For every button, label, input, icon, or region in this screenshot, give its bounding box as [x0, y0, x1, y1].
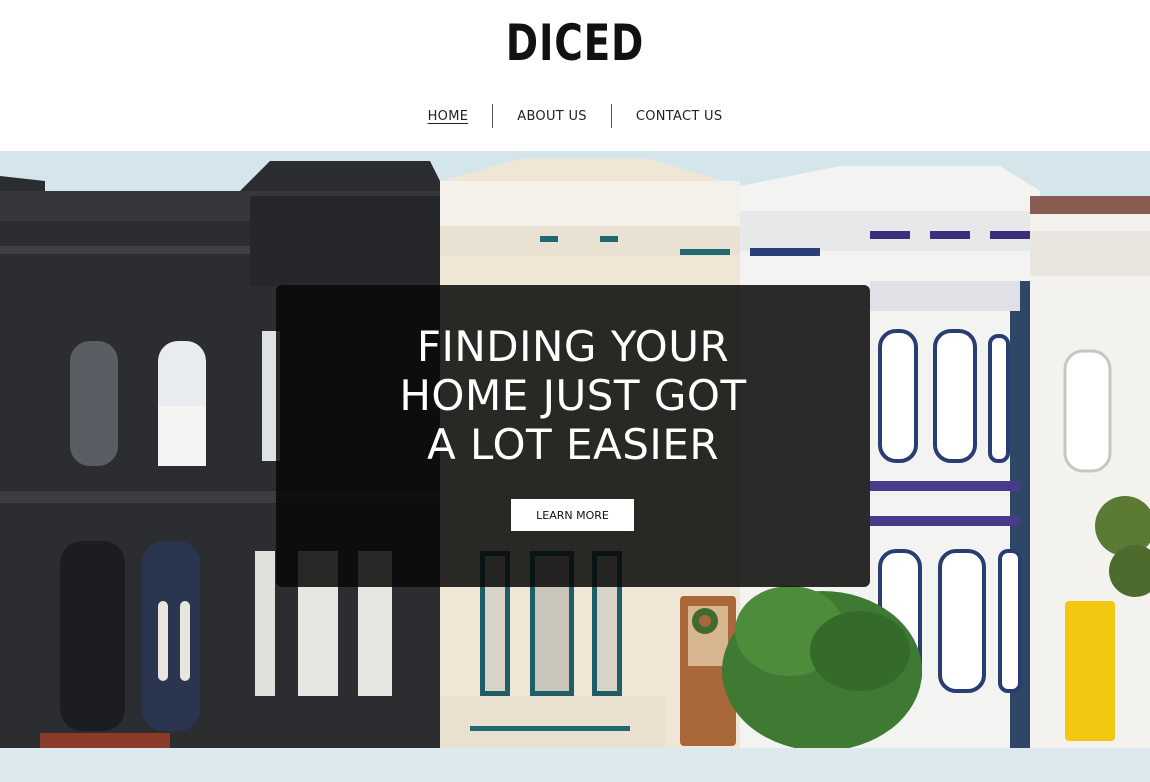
- site-logo[interactable]: DICED: [127, 14, 1024, 72]
- nav-item-about-us[interactable]: ABOUT US: [493, 109, 611, 124]
- main-nav: HOME ABOUT US CONTACT US: [0, 104, 1150, 128]
- hero-headline-line-2: HOME JUST GOT: [399, 371, 747, 420]
- nav-item-home[interactable]: HOME: [404, 109, 493, 124]
- nav-item-contact-us[interactable]: CONTACT US: [612, 109, 747, 124]
- hero-headline-line-1: FINDING YOUR: [416, 322, 730, 371]
- learn-more-button[interactable]: LEARN MORE: [511, 499, 634, 531]
- next-section-edge: [0, 748, 1150, 782]
- site-header: DICED HOME ABOUT US CONTACT US: [0, 0, 1150, 151]
- hero-headline-line-3: A LOT EASIER: [426, 420, 720, 469]
- hero-headline: FINDING YOUR HOME JUST GOT A LOT EASIER: [276, 322, 870, 469]
